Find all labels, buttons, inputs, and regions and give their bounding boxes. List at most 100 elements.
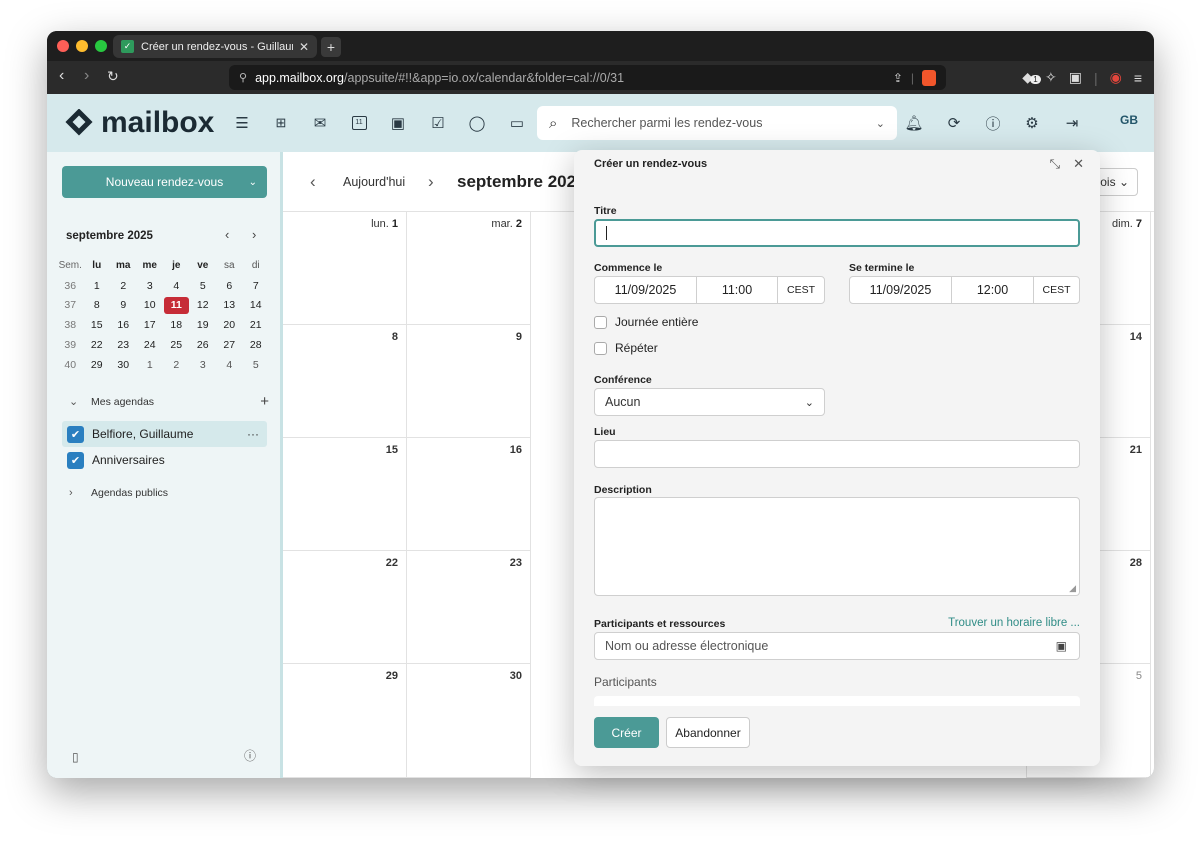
next-month-icon[interactable]: › — [428, 172, 434, 192]
day-cell[interactable]: 8 — [283, 325, 407, 438]
mini-day[interactable]: 15 — [84, 315, 111, 335]
mini-day[interactable]: 20 — [216, 315, 243, 335]
url-field[interactable]: ⚲ app.mailbox.org/appsuite/#!!&app=io.ox… — [229, 65, 946, 90]
search-bar[interactable]: ⌕ Rechercher parmi les rendez-vous ⌄ — [537, 106, 897, 140]
calendar-app-icon[interactable]: 11 — [350, 114, 368, 132]
title-input[interactable] — [594, 219, 1080, 247]
participant-input[interactable]: Nom ou adresse électronique ▣ — [594, 632, 1080, 660]
mini-day[interactable]: 24 — [137, 335, 164, 355]
mini-day[interactable]: 10 — [137, 296, 164, 316]
mini-day[interactable]: 19 — [190, 315, 217, 335]
today-button[interactable]: Aujourd'hui — [343, 175, 405, 189]
mini-day[interactable]: 14 — [243, 296, 270, 316]
mini-day[interactable]: 5 — [243, 355, 270, 375]
mini-day[interactable]: 3 — [190, 355, 217, 375]
close-tab-icon[interactable]: ✕ — [299, 40, 309, 54]
new-appointment-chevron-icon[interactable]: ⌄ — [249, 177, 257, 188]
calendar-item-anniversaires[interactable]: ✔ Anniversaires — [62, 447, 267, 473]
mini-day[interactable]: 5 — [190, 276, 217, 296]
help-icon[interactable]: ⓘ — [984, 114, 1002, 133]
brave-shield-icon[interactable] — [922, 70, 936, 86]
refresh-icon[interactable]: ⟳ — [945, 114, 963, 132]
mini-day[interactable]: 17 — [137, 315, 164, 335]
mini-day[interactable]: 16 — [110, 315, 137, 335]
tasks-icon[interactable]: ☑ — [429, 114, 447, 132]
mini-day[interactable]: 27 — [216, 335, 243, 355]
mini-day[interactable]: 18 — [163, 315, 190, 335]
mini-day[interactable]: 1 — [137, 355, 164, 375]
new-tab-button[interactable]: + — [321, 37, 341, 57]
my-calendars-section[interactable]: ⌄ Mes agendas + — [69, 393, 269, 410]
end-time-input[interactable]: 12:00 — [951, 276, 1034, 304]
close-window-button[interactable] — [57, 40, 69, 52]
start-timezone-button[interactable]: CEST — [777, 276, 825, 304]
mini-day[interactable]: 2 — [110, 276, 137, 296]
reader-mode-icon[interactable]: ▣ — [1069, 69, 1082, 86]
search-options-chevron-icon[interactable]: ⌄ — [876, 117, 885, 130]
start-date-input[interactable]: 11/09/2025 — [594, 276, 697, 304]
mini-day[interactable]: 4 — [216, 355, 243, 375]
toggle-sidebar-icon[interactable]: ▯ — [72, 750, 79, 764]
all-day-checkbox[interactable]: Journée entière — [594, 315, 698, 329]
reload-icon[interactable]: ↻ — [107, 68, 119, 85]
mini-day-today[interactable]: 11 — [163, 296, 190, 316]
new-appointment-button[interactable]: Nouveau rendez-vous ⌄ — [62, 166, 267, 198]
apps-grid-icon[interactable]: ⊞ — [272, 114, 290, 132]
resize-handle-icon[interactable]: ◢ — [1069, 583, 1076, 594]
end-date-input[interactable]: 11/09/2025 — [849, 276, 952, 304]
mini-day[interactable]: 8 — [84, 296, 111, 316]
mini-day[interactable]: 3 — [137, 276, 164, 296]
mini-prev-month-icon[interactable]: ‹ — [225, 227, 229, 242]
mail-icon[interactable]: ✉ — [311, 114, 329, 132]
mini-day[interactable]: 29 — [84, 355, 111, 375]
cancel-button[interactable]: Abandonner — [666, 717, 750, 748]
mini-day[interactable]: 6 — [216, 276, 243, 296]
zoom-window-button[interactable] — [95, 40, 107, 52]
calendar-item-belfiore[interactable]: ✔ Belfiore, Guillaume ··· — [62, 421, 267, 447]
mini-day[interactable]: 25 — [163, 335, 190, 355]
user-avatar[interactable]: GB — [1120, 113, 1138, 127]
create-button[interactable]: Créer — [594, 717, 659, 748]
settings-gear-icon[interactable]: ⚙ — [1023, 114, 1041, 132]
mini-day[interactable]: 23 — [110, 335, 137, 355]
mini-day[interactable]: 30 — [110, 355, 137, 375]
day-cell[interactable]: 16 — [407, 438, 531, 551]
mini-day[interactable]: 21 — [243, 315, 270, 335]
start-time-input[interactable]: 11:00 — [696, 276, 778, 304]
repeat-checkbox[interactable]: Répéter — [594, 341, 658, 355]
sidebar-help-icon[interactable]: ⓘ — [244, 747, 256, 764]
close-dialog-icon[interactable]: ✕ — [1073, 156, 1084, 172]
contacts-icon[interactable]: ▣ — [389, 114, 407, 132]
end-timezone-button[interactable]: CEST — [1033, 276, 1080, 304]
forward-icon[interactable]: › — [84, 67, 89, 85]
conference-select[interactable]: Aucun ⌄ — [594, 388, 825, 416]
mini-day[interactable]: 1 — [84, 276, 111, 296]
mailbox-logo[interactable]: mailbox — [65, 106, 214, 140]
mini-day[interactable]: 4 — [163, 276, 190, 296]
browser-menu-icon[interactable]: ≡ — [1134, 70, 1142, 86]
description-textarea[interactable]: ◢ — [594, 497, 1080, 596]
day-cell[interactable]: 15 — [283, 438, 407, 551]
back-icon[interactable]: ‹ — [59, 67, 64, 85]
day-cell[interactable]: lun. 1 — [283, 212, 407, 325]
extensions-icon[interactable]: ✧ — [1045, 69, 1057, 86]
day-cell[interactable]: 23 — [407, 551, 531, 664]
profile-icon[interactable]: ◉ — [1110, 69, 1122, 86]
extension-badge-icon[interactable]: ◆ 1 — [1022, 69, 1041, 86]
site-settings-icon[interactable]: ⚲ — [239, 71, 247, 84]
location-input[interactable] — [594, 440, 1080, 468]
find-free-time-link[interactable]: Trouver un horaire libre ... — [948, 617, 1080, 629]
notifications-bell-icon[interactable]: 🔔︎ — [904, 114, 923, 132]
checkbox-checked-icon[interactable]: ✔ — [67, 425, 84, 443]
add-calendar-icon[interactable]: + — [260, 393, 269, 410]
chat-icon[interactable]: ◯ — [468, 114, 486, 132]
previous-month-icon[interactable]: ‹ — [310, 172, 316, 192]
mini-day[interactable]: 13 — [216, 296, 243, 316]
mini-day[interactable]: 2 — [163, 355, 190, 375]
mini-day[interactable]: 12 — [190, 296, 217, 316]
day-cell[interactable]: 29 — [283, 664, 407, 778]
video-icon[interactable]: ▭ — [508, 114, 526, 132]
mini-day[interactable]: 9 — [110, 296, 137, 316]
address-book-icon[interactable]: ▣ — [1056, 639, 1067, 653]
public-calendars-section[interactable]: › Agendas publics — [69, 487, 168, 499]
